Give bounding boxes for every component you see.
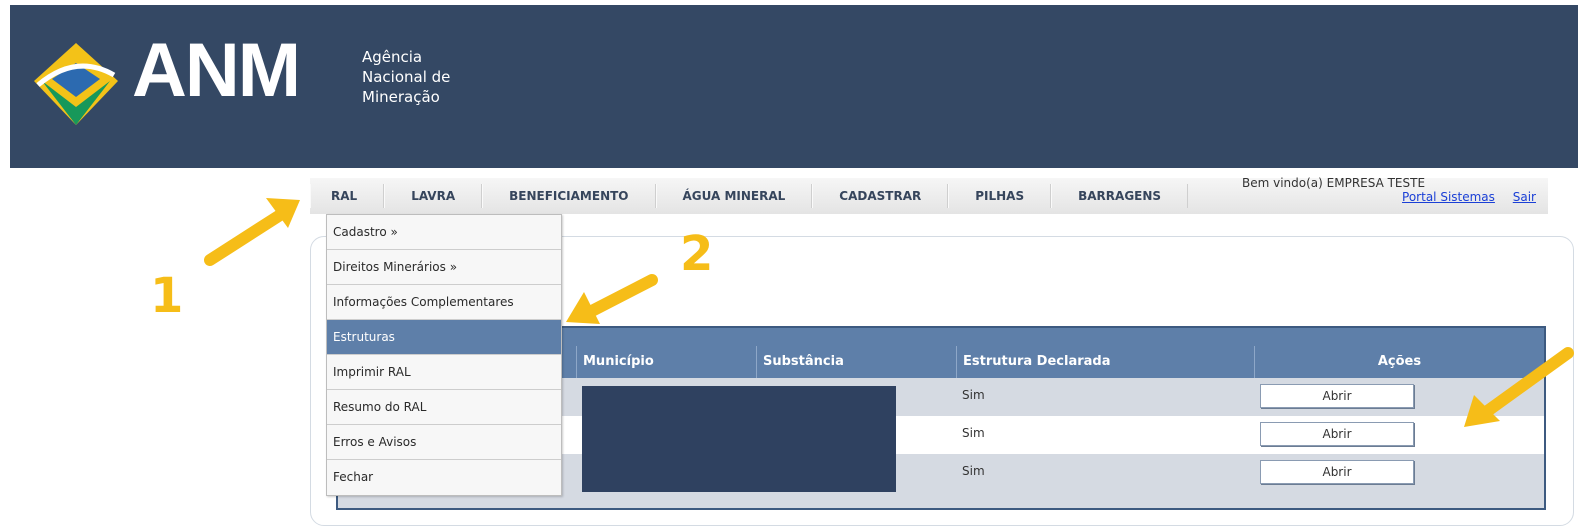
logo-subtitle: Agência Nacional de Mineração: [362, 47, 450, 107]
annotation-arrow-icon: [1464, 347, 1574, 427]
menu-item-pilhas[interactable]: PILHAS: [948, 184, 1052, 208]
column-header-substancia: Substância: [756, 346, 956, 378]
column-header-estrutura-declarada: Estrutura Declarada: [956, 346, 1254, 378]
dropdown-item-erros-e-avisos[interactable]: Erros e Avisos: [327, 425, 561, 460]
header-bar: ANM Agência Nacional de Mineração: [10, 5, 1578, 168]
dropdown-item-direitos-minerarios[interactable]: Direitos Minerários »: [327, 250, 561, 285]
dropdown-item-estruturas[interactable]: Estruturas: [327, 320, 561, 355]
anm-logo-icon: [34, 43, 118, 125]
menu-item-beneficiamento[interactable]: BENEFICIAMENTO: [482, 184, 656, 208]
estrutura-declarada-cell: Sim: [962, 388, 985, 402]
logo-subtitle-line: Nacional de: [362, 68, 451, 86]
user-links: Portal Sistemas Sair: [1242, 190, 1542, 204]
portal-sistemas-link[interactable]: Portal Sistemas: [1402, 190, 1495, 204]
menu-item-agua-mineral[interactable]: ÁGUA MINERAL: [655, 184, 813, 208]
annotation-arrow-icon: [204, 198, 300, 266]
menu-item-cadastrar[interactable]: CADASTRAR: [812, 184, 949, 208]
dropdown-item-cadastro[interactable]: Cadastro »: [327, 215, 561, 250]
dropdown-item-resumo-do-ral[interactable]: Resumo do RAL: [327, 390, 561, 425]
logo-subtitle-line: Mineração: [362, 88, 440, 106]
abrir-button[interactable]: Abrir: [1260, 422, 1414, 446]
estrutura-declarada-cell: Sim: [962, 464, 985, 478]
menu-item-ral[interactable]: RAL: [310, 184, 385, 208]
annotation-arrow-icon: [566, 274, 658, 324]
dropdown-item-fechar[interactable]: Fechar: [327, 460, 561, 495]
welcome-text: Bem vindo(a) EMPRESA TESTE: [1242, 176, 1426, 190]
welcome-area: Bem vindo(a) EMPRESA TESTE Portal Sistem…: [1242, 176, 1542, 204]
abrir-button[interactable]: Abrir: [1260, 460, 1414, 484]
annotation-number-1: 1: [150, 268, 184, 324]
annotation-number-2: 2: [680, 226, 714, 282]
logo-subtitle-line: Agência: [362, 48, 423, 66]
logo-text: ANM: [132, 28, 301, 113]
column-header-municipio: Município: [576, 346, 756, 378]
menu-item-barragens[interactable]: BARRAGENS: [1051, 184, 1189, 208]
sair-link[interactable]: Sair: [1513, 190, 1536, 204]
ral-dropdown-menu: Cadastro » Direitos Minerários » Informa…: [326, 214, 562, 496]
abrir-button[interactable]: Abrir: [1260, 384, 1414, 408]
redacted-block: [582, 386, 896, 492]
menu-item-lavra[interactable]: LAVRA: [384, 184, 483, 208]
dropdown-item-informacoes-complementares[interactable]: Informações Complementares: [327, 285, 561, 320]
dropdown-item-imprimir-ral[interactable]: Imprimir RAL: [327, 355, 561, 390]
estrutura-declarada-cell: Sim: [962, 426, 985, 440]
